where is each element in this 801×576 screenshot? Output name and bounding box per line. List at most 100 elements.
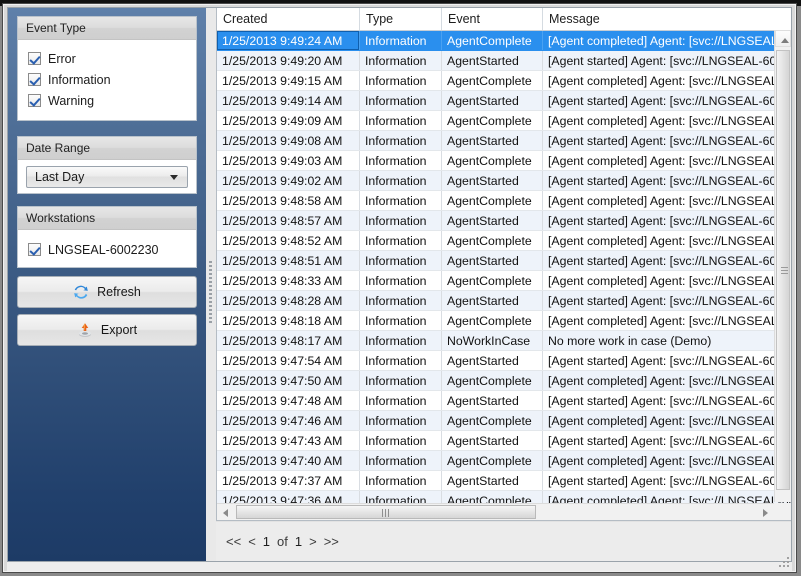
column-header-event[interactable]: Event [441,8,543,31]
date-range-select[interactable]: Last Day [26,166,188,188]
splitter-grip-icon [209,261,212,323]
export-button[interactable]: Export [17,314,197,346]
refresh-button-label: Refresh [97,285,141,299]
cell-event: AgentComplete [441,230,543,251]
cell-event: AgentComplete [441,150,543,171]
cell-created: 1/25/2013 9:48:57 AM [217,210,360,231]
pager-next-button[interactable]: > [309,534,317,549]
table-row[interactable]: 1/25/2013 9:48:17 AM Information NoWorkInC… [217,330,791,351]
cell-event: AgentComplete [441,270,543,291]
cell-message: [Agent completed] Agent: [svc://LNGSEAL-… [542,110,791,131]
table-row[interactable]: 1/25/2013 9:49:14 AM Information AgentStar… [217,90,791,111]
pager-current-page: 1 [262,534,271,549]
checkbox-error[interactable] [28,52,41,65]
table-row[interactable]: 1/25/2013 9:48:33 AM Information AgentComp… [217,270,791,291]
cell-type: Information [359,450,442,471]
table-row[interactable]: 1/25/2013 9:47:46 AM Information AgentComp… [217,410,791,431]
refresh-button[interactable]: Refresh [17,276,197,308]
grid-vertical-scrollbar[interactable] [774,30,791,502]
table-row[interactable]: 1/25/2013 9:48:28 AM Information AgentStar… [217,290,791,311]
table-row[interactable]: 1/25/2013 9:47:40 AM Information AgentComp… [217,450,791,471]
event-log-grid[interactable]: Created Type Event Message 1/25/2013 9:4… [216,8,791,521]
cell-message: [Agent started] Agent: [svc://LNGSEAL-60… [542,390,791,411]
cell-type: Information [359,170,442,191]
event-table-header: Created Type Event Message [217,8,791,31]
table-row[interactable]: 1/25/2013 9:47:48 AM Information AgentStar… [217,390,791,411]
cell-message: [Agent started] Agent: [svc://LNGSEAL-60… [542,210,791,231]
cell-created: 1/25/2013 9:48:52 AM [217,230,360,251]
event-log-area: Created Type Event Message 1/25/2013 9:4… [216,8,791,561]
sidebar-grid-splitter[interactable] [206,8,216,561]
table-row[interactable]: 1/25/2013 9:48:52 AM Information AgentComp… [217,230,791,251]
table-row[interactable]: 1/25/2013 9:48:18 AM Information AgentComp… [217,310,791,331]
cell-message: No more work in case (Demo) [542,330,791,351]
pager-total-pages: 1 [294,534,303,549]
cell-type: Information [359,30,442,51]
pager-prev-button[interactable]: < [248,534,256,549]
date-range-body: Last Day [18,160,196,194]
checkbox-row-error[interactable]: Error [28,48,186,69]
cell-created: 1/25/2013 9:47:48 AM [217,390,360,411]
table-row[interactable]: 1/25/2013 9:49:09 AM Information AgentComp… [217,110,791,131]
workstations-options: LNGSEAL-6002230 [18,230,196,268]
column-header-created[interactable]: Created [217,8,360,31]
pager-last-button[interactable]: >> [324,534,339,549]
cell-type: Information [359,270,442,291]
checkbox-information[interactable] [28,73,41,86]
refresh-icon [73,284,89,300]
table-row[interactable]: 1/25/2013 9:47:54 AM Information AgentStar… [217,350,791,371]
table-row[interactable]: 1/25/2013 9:49:24 AM Information AgentComp… [217,30,791,51]
table-row[interactable]: 1/25/2013 9:49:15 AM Information AgentComp… [217,70,791,91]
table-row[interactable]: 1/25/2013 9:47:43 AM Information AgentStar… [217,430,791,451]
desktop-background: Event Type Error Information Warning Dat… [0,0,801,576]
table-row[interactable]: 1/25/2013 9:49:20 AM Information AgentStar… [217,50,791,71]
horizontal-scrollbar-thumb[interactable] [236,505,536,519]
checkbox-row-information[interactable]: Information [28,69,186,90]
cell-type: Information [359,290,442,311]
pagination-bar: << < 1 of 1 > >> [216,521,791,561]
cell-message: [Agent started] Agent: [svc://LNGSEAL-60… [542,130,791,151]
cell-event: AgentStarted [441,430,543,451]
chevron-down-icon [170,175,178,180]
date-range-panel-title: Date Range [18,137,196,160]
cell-type: Information [359,370,442,391]
cell-message: [Agent started] Agent: [svc://LNGSEAL-60… [542,50,791,71]
table-row[interactable]: 1/25/2013 9:48:51 AM Information AgentStar… [217,250,791,271]
pager-of-label: of [277,534,288,549]
table-row[interactable]: 1/25/2013 9:49:03 AM Information AgentComp… [217,150,791,171]
table-row[interactable]: 1/25/2013 9:47:37 AM Information AgentStar… [217,470,791,491]
cell-created: 1/25/2013 9:47:37 AM [217,470,360,491]
scroll-left-arrow-icon[interactable] [217,504,234,520]
pager-first-button[interactable]: << [226,534,241,549]
window-client-area: Event Type Error Information Warning Dat… [7,7,792,562]
scroll-right-arrow-icon[interactable] [757,504,774,520]
vertical-scrollbar-thumb[interactable] [776,50,790,490]
column-header-type[interactable]: Type [359,8,442,31]
cell-type: Information [359,410,442,431]
checkbox-row-warning[interactable]: Warning [28,90,186,111]
cell-type: Information [359,250,442,271]
checkbox-label-warning: Warning [48,93,95,108]
grid-horizontal-scrollbar[interactable] [217,503,774,520]
cell-type: Information [359,210,442,231]
checkbox-warning[interactable] [28,94,41,107]
table-row[interactable]: 1/25/2013 9:48:58 AM Information AgentComp… [217,190,791,211]
window-resize-gripper[interactable] [778,556,790,568]
cell-message: [Agent started] Agent: [svc://LNGSEAL-60… [542,170,791,191]
cell-type: Information [359,110,442,131]
table-row[interactable]: 1/25/2013 9:49:02 AM Information AgentStar… [217,170,791,191]
event-table-body: 1/25/2013 9:49:24 AM Information AgentComp… [217,30,791,520]
date-range-panel: Date Range Last Day [17,136,197,194]
table-row[interactable]: 1/25/2013 9:49:08 AM Information AgentStar… [217,130,791,151]
column-header-message[interactable]: Message [542,8,791,31]
table-row[interactable]: 1/25/2013 9:47:50 AM Information AgentComp… [217,370,791,391]
cell-message: [Agent started] Agent: [svc://LNGSEAL-60… [542,430,791,451]
table-row[interactable]: 1/25/2013 9:48:57 AM Information AgentStar… [217,210,791,231]
cell-created: 1/25/2013 9:49:15 AM [217,70,360,91]
cell-type: Information [359,470,442,491]
cell-type: Information [359,90,442,111]
checkbox-row-workstation[interactable]: LNGSEAL-6002230 [28,239,186,260]
cell-event: AgentStarted [441,470,543,491]
scroll-up-arrow-icon[interactable] [775,30,791,47]
checkbox-workstation-lngseal[interactable] [28,243,41,256]
